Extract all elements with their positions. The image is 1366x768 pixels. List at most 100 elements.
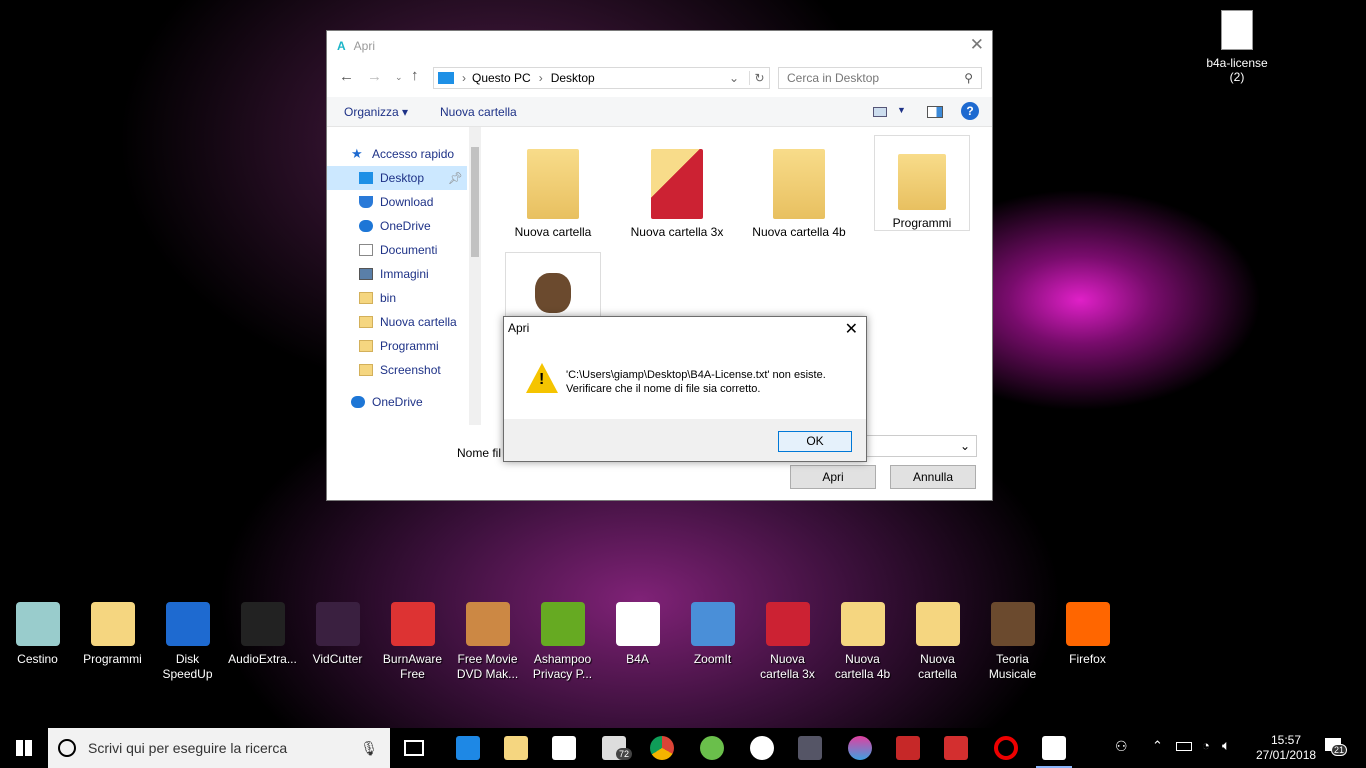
mail-icon[interactable]: 72 — [602, 736, 633, 760]
notifications-icon[interactable]: 21 — [1325, 738, 1348, 756]
microphone-icon[interactable]: 🎙︎ — [360, 740, 378, 757]
up-icon[interactable]: ↑ — [411, 67, 419, 84]
people-icon[interactable]: ⚇ — [1115, 738, 1128, 755]
volume-icon[interactable]: 🔈︎ — [1222, 737, 1230, 754]
app-icon — [90, 602, 135, 646]
message-line: Verificare che il nome di file sia corre… — [566, 383, 761, 395]
audio-editor-icon[interactable] — [798, 736, 822, 760]
opera-icon[interactable] — [994, 736, 1018, 760]
sidebar-item-screenshot[interactable]: Screenshot — [327, 358, 467, 382]
organize-button[interactable]: Organizza ▾ — [344, 105, 408, 119]
search-box[interactable]: Scrivi qui per eseguire la ricerca 🎙︎ — [48, 728, 390, 768]
edge-icon[interactable] — [456, 736, 480, 760]
kaspersky-icon[interactable] — [944, 736, 968, 760]
desktop-icon-item[interactable]: ZoomIt — [675, 602, 750, 667]
paint-icon[interactable] — [848, 736, 872, 760]
preview-pane-icon[interactable] — [927, 106, 943, 118]
file-name: Programmi — [892, 216, 952, 230]
address-bar[interactable]: › Questo PC › Desktop ⌄ ↻ — [433, 67, 770, 89]
sidebar-item-onedrive-root[interactable]: OneDrive — [327, 390, 467, 414]
desktop-icon-item[interactable]: B4A — [600, 602, 675, 667]
task-view-icon[interactable] — [404, 740, 424, 756]
photos-icon[interactable] — [1042, 736, 1066, 760]
navigation-pane: ★ Accesso rapido Desktop 📌︎ Download OneDr… — [327, 135, 482, 425]
open-button[interactable]: Apri — [790, 465, 876, 489]
sidebar-item-desktop[interactable]: Desktop 📌︎ — [327, 166, 467, 190]
battery-icon[interactable] — [1176, 742, 1192, 751]
sidebar-item-documenti[interactable]: Documenti — [327, 238, 467, 262]
file-item[interactable]: Nuova cartella — [505, 139, 601, 239]
lock-icon — [535, 273, 571, 313]
clock[interactable]: 15:57 27/01/2018 — [1256, 733, 1316, 763]
start-icon[interactable] — [16, 740, 32, 756]
desktop-icon-item[interactable]: Nuova cartella — [900, 602, 975, 682]
ok-button[interactable]: OK — [778, 431, 852, 452]
message-text: 'C:\Users\giamp\Desktop\B4A-License.txt'… — [566, 368, 826, 396]
help-icon[interactable]: ? — [961, 102, 979, 120]
breadcrumb-desktop[interactable]: Desktop — [551, 71, 595, 85]
error-message-box: Apri ✕ ! 'C:\Users\giamp\Desktop\B4A-Lic… — [503, 316, 867, 462]
sidebar-item-nuova-cartella[interactable]: Nuova cartella — [327, 310, 467, 334]
file-item[interactable] — [505, 252, 601, 322]
sidebar-label: Nuova cartella — [380, 315, 457, 329]
view-dropdown-icon[interactable]: ▼ — [897, 105, 906, 115]
sidebar-item-programmi[interactable]: Programmi — [327, 334, 467, 358]
sidebar-label: OneDrive — [380, 219, 431, 233]
desktop-icon-item[interactable]: BurnAware Free — [375, 602, 450, 682]
autocad-icon[interactable] — [896, 736, 920, 760]
desktop-icon-item[interactable]: Teoria Musicale — [975, 602, 1050, 682]
close-icon[interactable]: ✕ — [970, 35, 984, 55]
desktop-icon-item[interactable]: Firefox — [1050, 602, 1125, 667]
sidebar-label: Screenshot — [380, 363, 441, 377]
refresh-icon[interactable]: ↻ — [749, 71, 769, 85]
pin-icon: 📌︎ — [447, 171, 463, 185]
search-input[interactable]: Cerca in Desktop ⚲ — [778, 67, 982, 89]
app-icon — [840, 602, 885, 646]
desktop-icon-item[interactable]: Ashampoo Privacy P... — [525, 602, 600, 682]
sidebar-label: Download — [380, 195, 434, 209]
desktop-file-b4a-license[interactable]: b4a-license (2) — [1206, 10, 1268, 84]
view-icon[interactable] — [873, 107, 887, 117]
sidebar-item-accesso-rapido[interactable]: ★ Accesso rapido — [327, 142, 467, 166]
app-icon — [540, 602, 585, 646]
folder-icon — [651, 149, 703, 219]
sidebar-item-onedrive[interactable]: OneDrive — [327, 214, 467, 238]
breadcrumb-questo-pc[interactable]: Questo PC — [472, 71, 531, 85]
sidebar-scrollbar[interactable] — [469, 127, 481, 425]
sidebar-item-download[interactable]: Download — [327, 190, 467, 214]
desktop-icon-item[interactable]: Nuova cartella 4b — [825, 602, 900, 682]
file-item[interactable]: Programmi — [874, 135, 970, 231]
desktop-icon-item[interactable]: VidCutter — [300, 602, 375, 667]
back-icon[interactable]: ← — [339, 68, 354, 85]
download-manager-icon[interactable] — [700, 736, 724, 760]
app-icon[interactable] — [750, 736, 774, 760]
forward-icon[interactable]: → — [367, 68, 382, 85]
store-icon[interactable] — [552, 736, 576, 760]
toolbar: Organizza ▾ Nuova cartella ▼ ? — [327, 97, 992, 127]
taskbar: Scrivi qui per eseguire la ricerca 🎙︎ 72 … — [0, 728, 1366, 768]
cancel-button[interactable]: Annulla — [890, 465, 976, 489]
desktop-icon-item[interactable]: Programmi — [75, 602, 150, 667]
chrome-icon[interactable] — [650, 736, 674, 760]
address-dropdown-icon[interactable]: ⌄ — [729, 71, 749, 85]
desktop-icon-item[interactable]: Disk SpeedUp — [150, 602, 225, 682]
desktop-icon-item[interactable]: Free Movie DVD Mak... — [450, 602, 525, 682]
file-item[interactable]: Nuova cartella 4b — [751, 139, 847, 239]
desktop-icon-item[interactable]: Cestino — [0, 602, 75, 667]
new-folder-button[interactable]: Nuova cartella — [440, 105, 517, 119]
desktop-icon-label: BurnAware Free — [382, 652, 443, 681]
desktop-icon-item[interactable]: Nuova cartella 3x — [750, 602, 825, 682]
sidebar-item-bin[interactable]: bin — [327, 286, 467, 310]
search-placeholder: Scrivi qui per eseguire la ricerca — [88, 740, 288, 756]
sidebar-item-immagini[interactable]: Immagini — [327, 262, 467, 286]
desktop-icon-item[interactable]: AudioExtra... — [225, 602, 300, 667]
show-hidden-icons[interactable]: ⌃ — [1152, 738, 1163, 754]
wifi-icon[interactable]: ◔ — [1202, 738, 1210, 753]
desktop-icon-label: AudioExtra... — [228, 652, 297, 666]
desktop-icon-label: VidCutter — [312, 652, 363, 666]
close-icon[interactable]: ✕ — [845, 319, 858, 339]
recent-chevron-icon[interactable]: ⌄ — [395, 72, 403, 83]
app-icon — [765, 602, 810, 646]
file-item[interactable]: Nuova cartella 3x — [629, 139, 725, 239]
file-explorer-icon[interactable] — [504, 736, 528, 760]
